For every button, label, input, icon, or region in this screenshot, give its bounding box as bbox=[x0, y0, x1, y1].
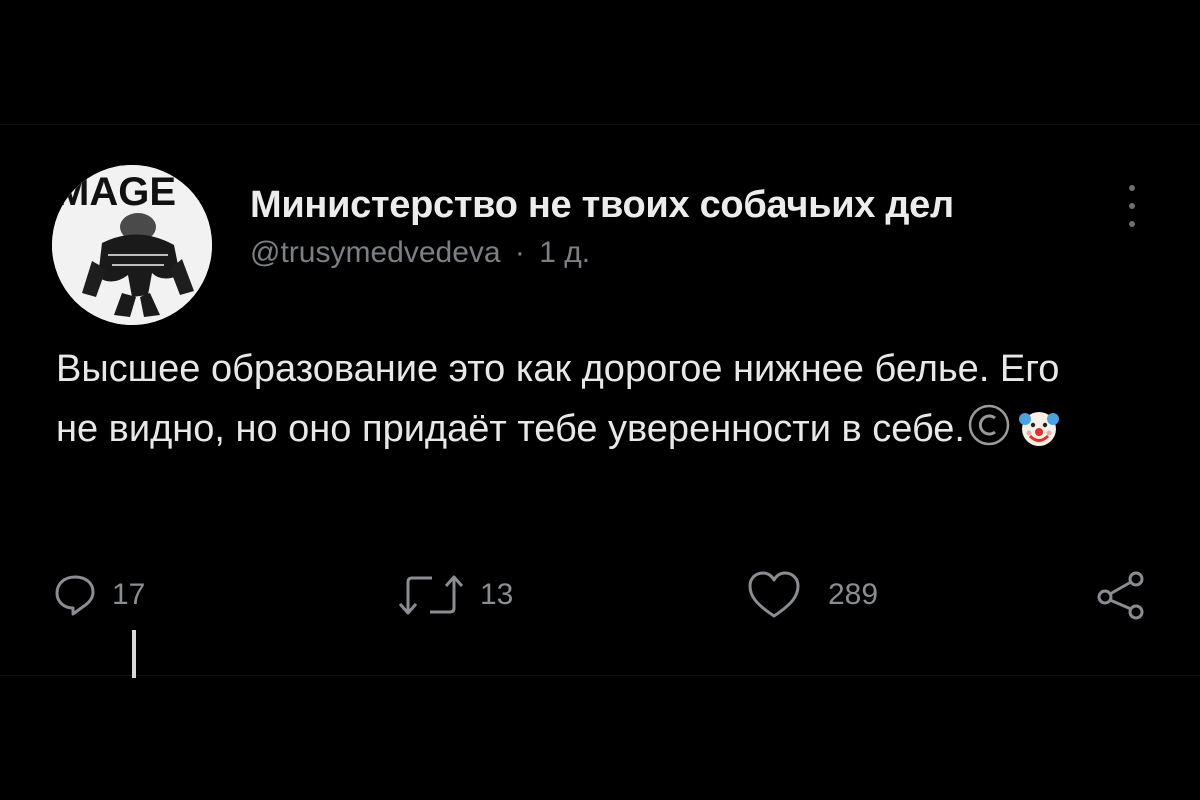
meta-separator: · bbox=[514, 236, 525, 269]
timestamp[interactable]: 1 д. bbox=[539, 236, 590, 269]
tweet-actions: 17 13 289 bbox=[0, 565, 1200, 625]
tweet-text: Высшее образование это как дорогое нижне… bbox=[56, 348, 1060, 450]
reply-count: 17 bbox=[112, 578, 146, 611]
clown-face-icon bbox=[1017, 405, 1061, 449]
reply-button[interactable]: 17 bbox=[52, 565, 145, 625]
page: MAGE Министерство не твоих собачьих дел … bbox=[0, 0, 1200, 800]
tweet-body: Высшее образование это как дорогое нижне… bbox=[56, 339, 1096, 459]
copyright-icon bbox=[967, 403, 1011, 447]
like-button[interactable]: 289 bbox=[746, 565, 878, 625]
heart-icon bbox=[748, 571, 800, 618]
more-dot-icon bbox=[1129, 203, 1135, 209]
display-name[interactable]: Министерство не твоих собачьих дел bbox=[250, 183, 954, 227]
tweet-card[interactable]: MAGE Министерство не твоих собачьих дел … bbox=[0, 124, 1200, 678]
tweet-meta: @trusymedvedeva · 1 д. bbox=[250, 235, 954, 271]
tweet-header: Министерство не твоих собачьих дел @trus… bbox=[250, 183, 954, 271]
reply-icon bbox=[55, 575, 95, 616]
like-count: 289 bbox=[828, 578, 879, 611]
avatar[interactable]: MAGE bbox=[52, 165, 212, 325]
thread-line bbox=[132, 630, 136, 678]
more-options-button[interactable] bbox=[1112, 179, 1152, 235]
share-icon bbox=[1097, 571, 1144, 620]
avatar-caption: MAGE bbox=[56, 170, 176, 214]
retweet-button[interactable]: 13 bbox=[396, 565, 513, 625]
retweet-icon bbox=[398, 575, 464, 615]
more-dot-icon bbox=[1129, 221, 1135, 227]
handle[interactable]: @trusymedvedeva bbox=[250, 236, 501, 269]
more-dot-icon bbox=[1129, 185, 1135, 191]
retweet-count: 13 bbox=[480, 578, 514, 611]
share-button[interactable] bbox=[1094, 565, 1150, 625]
avatar-image: MAGE bbox=[52, 165, 212, 325]
